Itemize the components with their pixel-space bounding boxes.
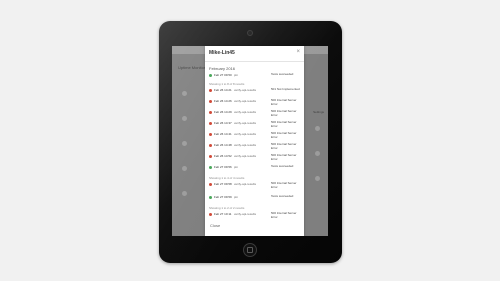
row-action: verify-api-results (234, 110, 257, 114)
row-action: verify-api-results (234, 88, 257, 92)
row-status: Tests succeeded (271, 194, 294, 198)
status-dot (209, 89, 212, 92)
results-note: Showing 1 to 2 of 2 results (209, 206, 245, 210)
row-date: Feb 26 14:52 (214, 154, 232, 158)
history-row[interactable]: Feb 27 09:50 pin Tests succeeded (209, 72, 301, 82)
row-date: Feb 26 14:21 (214, 88, 232, 92)
row-date: Feb 27 09:56 (214, 165, 232, 169)
row-date: Feb 27 09:58 (214, 182, 232, 186)
history-row[interactable]: Feb 26 14:48 verify-api-results 500 Inte… (209, 142, 301, 152)
background-icon (315, 176, 320, 181)
row-date: Feb 27 10:11 (214, 212, 232, 216)
row-date: Feb 26 14:48 (214, 143, 232, 147)
history-row[interactable]: Feb 27 09:56 pin Tests succeeded (209, 164, 301, 174)
status-dot (209, 166, 212, 169)
row-status: Tests succeeded (271, 164, 294, 168)
row-action: verify-api-results (234, 154, 257, 158)
background-icon (182, 91, 187, 96)
row-status: 500 Internal Server Error (271, 109, 297, 117)
row-action: pin (234, 195, 239, 199)
row-status: 500 Internal Server Error (271, 98, 297, 106)
status-dot (209, 144, 212, 147)
row-status: Tests succeeded (271, 72, 294, 76)
status-dot (209, 213, 212, 216)
background-icon (182, 191, 187, 196)
status-dot (209, 196, 212, 199)
month-heading: February 2016 (209, 66, 236, 71)
history-row[interactable]: Feb 27 09:58 verify-api-results 500 Inte… (209, 181, 301, 191)
history-modal: Mike-Lin45 × February 2016 Feb 27 09:50 … (205, 46, 304, 236)
background-icon (182, 166, 187, 171)
history-row[interactable]: Feb 26 14:52 verify-api-results 500 Inte… (209, 153, 301, 163)
history-row[interactable]: Feb 26 14:26 verify-api-results 500 Inte… (209, 98, 301, 108)
status-dot (209, 183, 212, 186)
background-icon (315, 126, 320, 131)
modal-header: Mike-Lin45 × (205, 46, 304, 62)
home-button[interactable] (243, 243, 257, 257)
row-date: Feb 26 14:41 (214, 132, 232, 136)
row-date: Feb 26 14:37 (214, 121, 232, 125)
row-action: verify-api-results (234, 132, 257, 136)
background-icon (315, 151, 320, 156)
row-action: verify-api-results (234, 143, 257, 147)
row-action: verify-api-results (234, 121, 257, 125)
status-dot (209, 122, 212, 125)
results-note: Showing 1 to 4 of 4 results (209, 176, 245, 180)
history-row[interactable]: Feb 26 14:41 verify-api-results 500 Inte… (209, 131, 301, 141)
row-action: verify-api-results (234, 212, 257, 216)
row-action: pin (234, 165, 239, 169)
row-status: 500 Internal Server Error (271, 131, 297, 139)
history-row[interactable]: Feb 27 10:11 verify-api-results 500 Inte… (209, 211, 301, 221)
modal-title: Mike-Lin45 (209, 50, 235, 56)
status-dot (209, 133, 212, 136)
row-status: 501 Not Implemented (271, 87, 300, 91)
close-icon[interactable]: × (296, 49, 300, 55)
row-date: Feb 26 14:29 (214, 110, 232, 114)
history-row[interactable]: Feb 26 14:29 verify-api-results 500 Inte… (209, 109, 301, 119)
history-row[interactable]: Feb 27 09:59 pin Tests succeeded (209, 194, 301, 204)
status-dot (209, 100, 212, 103)
row-date: Feb 27 09:59 (214, 195, 232, 199)
background-icon (182, 141, 187, 146)
background-title: Uptime Monitor (178, 65, 206, 70)
row-status: 500 Internal Server Error (271, 120, 297, 128)
row-status: 500 Internal Server Error (271, 153, 297, 161)
row-status: 500 Internal Server Error (271, 211, 297, 219)
row-date: Feb 26 14:26 (214, 99, 232, 103)
history-row[interactable]: Feb 26 14:21 verify-api-results 501 Not … (209, 87, 301, 97)
row-date: Feb 27 09:50 (214, 73, 232, 77)
row-action: pin (234, 73, 239, 77)
status-dot (209, 155, 212, 158)
status-dot (209, 74, 212, 77)
row-action: verify-api-results (234, 182, 257, 186)
row-action: verify-api-results (234, 99, 257, 103)
row-status: 500 Internal Server Error (271, 181, 297, 189)
status-dot (209, 111, 212, 114)
background-settings-label: Settings (313, 110, 324, 114)
camera-icon (247, 30, 253, 36)
results-note: Showing 1 to 8 of 8 results (209, 82, 245, 86)
background-icon (182, 116, 187, 121)
row-status: 500 Internal Server Error (271, 142, 297, 150)
history-row[interactable]: Feb 26 14:37 verify-api-results 500 Inte… (209, 120, 301, 130)
close-button[interactable]: Close (210, 223, 220, 228)
